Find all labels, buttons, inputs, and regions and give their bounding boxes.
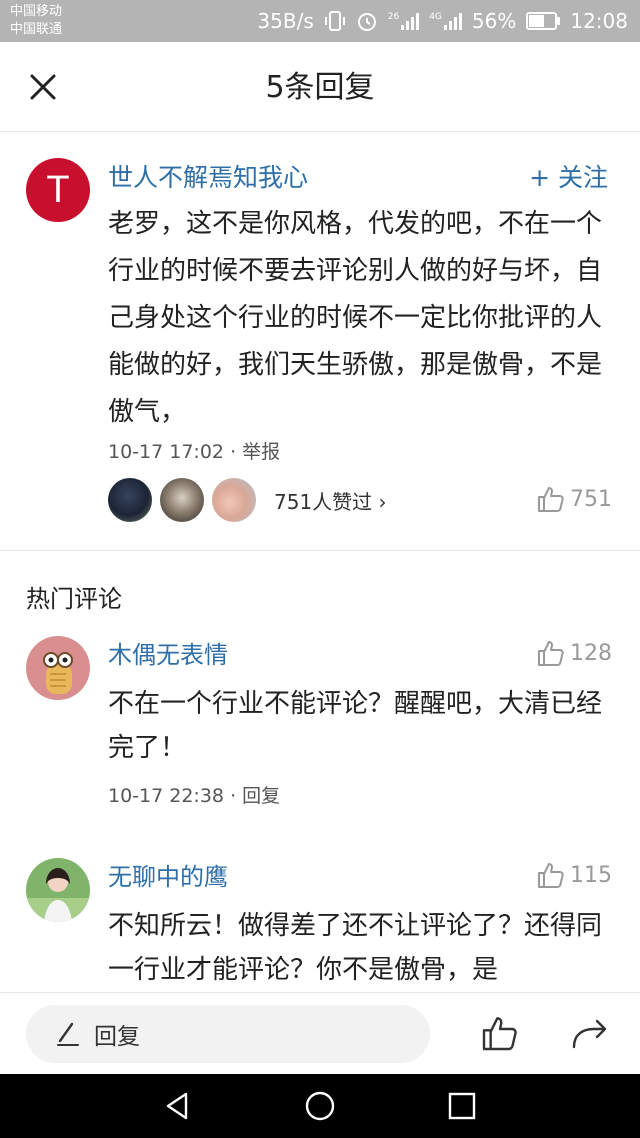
- status-bar: 中国移动 中国联通 35B/s 26 4G 56% 12:08: [0, 0, 640, 42]
- comment-meta: 10-17 22:38 · 回复: [108, 781, 280, 811]
- signal-1-label: 26: [387, 12, 400, 22]
- bottom-like-button[interactable]: [480, 1013, 520, 1057]
- carrier-2: 中国联通: [10, 22, 63, 37]
- reply-sheet-header: 5条回复: [0, 42, 640, 132]
- signal-bars-icon: [443, 13, 462, 30]
- nav-recents-button[interactable]: [446, 1090, 478, 1126]
- signal-2-label: 4G: [429, 12, 442, 22]
- likers-count[interactable]: 751人赞过 ›: [274, 486, 387, 515]
- commenter-name[interactable]: 木偶无表情: [108, 638, 228, 672]
- page-title: 5条回复: [265, 70, 375, 105]
- comment-meta: 10-17 17:02 · 举报: [108, 437, 280, 467]
- report-link[interactable]: · 举报: [230, 441, 280, 463]
- reply-input[interactable]: 回复: [26, 1005, 430, 1063]
- thumbs-up-icon: [538, 487, 564, 512]
- reply-link[interactable]: · 回复: [230, 785, 280, 807]
- author-avatar[interactable]: T: [26, 158, 90, 222]
- hot-comments-heading: 热门评论: [26, 585, 122, 613]
- likers-row[interactable]: 751人赞过 ›: [108, 478, 387, 522]
- reply-placeholder: 回复: [94, 1024, 140, 1050]
- nav-back-button[interactable]: [162, 1090, 194, 1126]
- liker-avatar[interactable]: [108, 478, 152, 522]
- comment-like-button[interactable]: 128: [536, 638, 612, 668]
- avatar-letter: T: [46, 168, 70, 211]
- commenter-avatar[interactable]: [26, 636, 90, 700]
- signal-1: 26: [387, 12, 420, 30]
- recents-square-icon: [448, 1092, 476, 1120]
- comment-like-button[interactable]: 115: [536, 860, 612, 890]
- battery-icon: [526, 12, 561, 30]
- like-button[interactable]: 751: [536, 484, 612, 514]
- reply-bar: 回复: [0, 992, 640, 1074]
- comment-like-count: 115: [570, 862, 612, 888]
- thumbs-up-icon: [538, 863, 564, 888]
- back-triangle-icon: [166, 1092, 188, 1120]
- cartoon-avatar-icon: [26, 636, 90, 700]
- photo-avatar-icon: [26, 858, 90, 922]
- liker-avatar[interactable]: [212, 478, 256, 522]
- comment-time: 10-17 22:38: [108, 785, 225, 807]
- comment-time: 10-17 17:02: [108, 441, 225, 463]
- share-button[interactable]: [570, 1013, 610, 1057]
- thumbs-up-icon: [538, 641, 564, 666]
- like-count: 751: [570, 486, 612, 512]
- clock: 12:08: [570, 9, 628, 33]
- signal-2: 4G: [429, 12, 462, 30]
- comment-like-count: 128: [570, 640, 612, 666]
- vibrate-icon: [324, 11, 345, 31]
- carrier-labels: 中国移动 中国联通: [10, 3, 62, 39]
- comment-body: 不知所云！做得差了还不让评论了？还得同一行业才能评论？你不是傲骨，是: [108, 911, 603, 985]
- author-name[interactable]: 世人不解焉知我心: [108, 160, 308, 196]
- nav-home-button[interactable]: [304, 1090, 336, 1126]
- network-speed: 35B/s: [257, 9, 314, 33]
- comment-text: 老罗，这不是你风格，代发的吧，不在一个行业的时候不要去评论别人做的好与坏，自己身…: [108, 209, 603, 427]
- status-indicators: 35B/s 26 4G 56% 12:08: [257, 0, 628, 42]
- home-circle-icon: [305, 1091, 335, 1121]
- follow-button[interactable]: + 关注: [529, 160, 608, 196]
- thumbs-up-icon: [482, 1017, 517, 1051]
- alarm-icon: [357, 13, 376, 31]
- battery-percent: 56%: [471, 9, 517, 33]
- comment-body: 不在一个行业不能评论？醒醒吧，大清已经完了！: [108, 689, 603, 763]
- signal-bars-icon: [401, 13, 420, 30]
- commenter-avatar[interactable]: [26, 858, 90, 922]
- system-nav-bar: [0, 1074, 640, 1138]
- liker-avatar[interactable]: [160, 478, 204, 522]
- carrier-1: 中国移动: [10, 4, 63, 19]
- commenter-name[interactable]: 无聊中的鹰: [108, 860, 228, 894]
- section-divider: [0, 550, 640, 551]
- pen-icon: [57, 1022, 79, 1046]
- share-icon: [572, 1019, 607, 1049]
